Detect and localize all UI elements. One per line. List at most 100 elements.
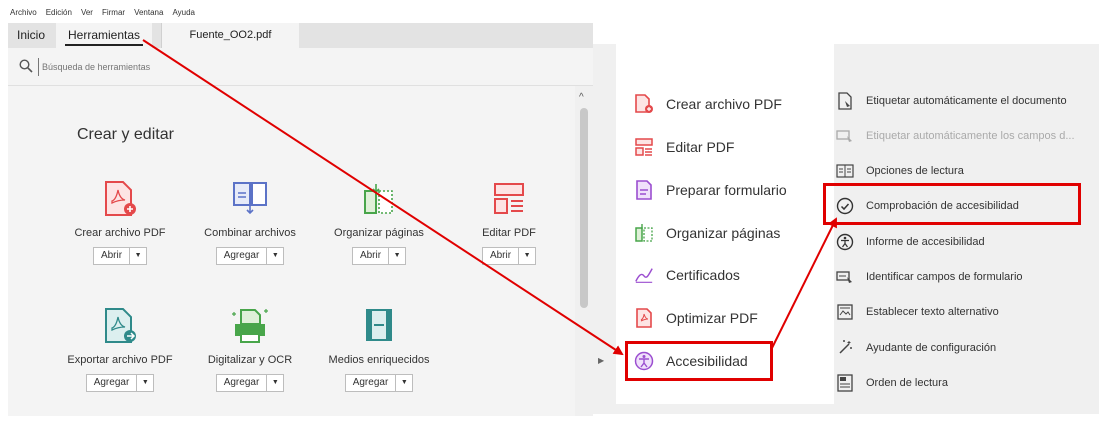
tool-label: Organizar páginas <box>334 227 424 239</box>
menu-ventana[interactable]: Ventana <box>134 8 163 22</box>
button-label: Agregar <box>217 375 268 391</box>
panel-item-label: Certificados <box>666 267 740 283</box>
highlight-accessibility-check <box>823 183 1081 225</box>
identify-fields-icon <box>836 268 854 286</box>
export-pdf-icon <box>105 308 136 343</box>
subtool-label: Identificar campos de formulario <box>866 271 1023 283</box>
search-input[interactable] <box>38 58 338 76</box>
section-title: Crear y editar <box>77 126 174 143</box>
button-label: Agregar <box>87 375 138 391</box>
panel-item-prepare-form[interactable]: Preparar formulario <box>634 177 787 203</box>
subtool-identify-fields[interactable]: Identificar campos de formulario <box>836 267 1023 287</box>
panel-item-label: Organizar páginas <box>666 225 781 241</box>
vertical-scrollbar[interactable]: ^ <box>575 86 593 416</box>
menu-ayuda[interactable]: Ayuda <box>172 8 195 22</box>
search-icon <box>19 59 33 73</box>
subtool-reading-options[interactable]: Opciones de lectura <box>836 161 964 181</box>
open-button[interactable]: Abrir ▼ <box>481 247 537 265</box>
panel-item-organize-pages[interactable]: Organizar páginas <box>634 220 780 246</box>
tab-inicio[interactable]: Inicio <box>17 23 45 48</box>
subtool-setup-assistant[interactable]: Ayudante de configuración <box>836 338 996 358</box>
rich-media-icon <box>366 309 392 341</box>
panel-item-certificates[interactable]: Certificados <box>634 262 740 288</box>
scrollbar-thumb[interactable] <box>580 108 588 308</box>
panel-item-label: Editar PDF <box>666 139 735 155</box>
tool-card-create-pdf[interactable]: Crear archivo PDF Abrir ▼ <box>55 181 185 265</box>
menu-ver[interactable]: Ver <box>81 8 93 22</box>
subtool-accessibility-report[interactable]: Informe de accesibilidad <box>836 232 985 252</box>
tool-label: Crear archivo PDF <box>74 227 166 239</box>
panel-item-create-pdf[interactable]: Crear archivo PDF <box>634 91 782 117</box>
scroll-up-icon[interactable]: ^ <box>579 92 584 103</box>
organize-pages-icon <box>634 223 654 243</box>
tool-label: Editar PDF <box>482 227 536 239</box>
subtool-label: Etiquetar automáticamente el documento <box>866 95 1067 107</box>
subtool-label: Opciones de lectura <box>866 165 964 177</box>
button-label: Abrir <box>353 248 390 264</box>
tool-card-rich-media[interactable]: Medios enriquecidos Agregar ▼ <box>314 308 444 392</box>
tool-card-organize-pages[interactable]: Organizar páginas Abrir ▼ <box>314 181 444 265</box>
reading-order-icon <box>836 374 854 392</box>
menu-firmar[interactable]: Firmar <box>102 8 125 22</box>
create-pdf-icon <box>105 181 136 216</box>
add-button[interactable]: Agregar ▼ <box>344 374 414 392</box>
collapse-panel-icon[interactable]: ▶ <box>598 356 604 365</box>
tool-card-export-pdf[interactable]: Exportar archivo PDF Agregar ▼ <box>55 308 185 392</box>
tool-label: Digitalizar y OCR <box>207 354 293 366</box>
add-button[interactable]: Agregar ▼ <box>85 374 155 392</box>
panel-item-optimize-pdf[interactable]: Optimizar PDF <box>634 305 758 331</box>
edit-pdf-icon <box>634 137 654 157</box>
chevron-down-icon[interactable]: ▼ <box>130 248 146 264</box>
panel-item-label: Optimizar PDF <box>666 310 758 326</box>
open-button[interactable]: Abrir ▼ <box>351 247 407 265</box>
chevron-down-icon[interactable]: ▼ <box>519 248 535 264</box>
acrobat-window: Archivo Edición Ver Firmar Ventana Ayuda… <box>8 0 593 428</box>
button-label: Agregar <box>217 248 268 264</box>
panel-item-label: Preparar formulario <box>666 182 787 198</box>
tool-label: Exportar archivo PDF <box>67 354 173 366</box>
certificates-icon <box>634 265 654 285</box>
menu-bar: Archivo Edición Ver Firmar Ventana Ayuda <box>8 8 195 22</box>
add-button[interactable]: Agregar ▼ <box>215 374 285 392</box>
tools-center: Crear y editar Crear archivo PDF Abrir ▼ … <box>8 86 575 416</box>
menu-archivo[interactable]: Archivo <box>10 8 37 22</box>
tool-card-scan-ocr[interactable]: Digitalizar y OCR Agregar ▼ <box>185 308 315 392</box>
accessibility-report-icon <box>836 233 854 251</box>
chevron-down-icon[interactable]: ▼ <box>389 248 405 264</box>
tool-card-combine-files[interactable]: Combinar archivos Agregar ▼ <box>185 181 315 265</box>
subtool-label: Orden de lectura <box>866 377 948 389</box>
chevron-down-icon[interactable]: ▼ <box>267 375 283 391</box>
tab-document[interactable]: Fuente_OO2.pdf <box>161 23 299 48</box>
tool-card-edit-pdf[interactable]: Editar PDF Abrir ▼ <box>444 181 574 265</box>
subtool-alt-text[interactable]: Establecer texto alternativo <box>836 302 999 322</box>
create-pdf-icon <box>634 94 654 114</box>
open-button[interactable]: Abrir ▼ <box>92 247 148 265</box>
button-label: Abrir <box>94 248 131 264</box>
tool-label: Combinar archivos <box>204 227 296 239</box>
subtool-autotag-fields: Etiquetar automáticamente los campos d..… <box>836 126 1075 146</box>
setup-assistant-icon <box>836 339 854 357</box>
subtool-label: Ayudante de configuración <box>866 342 997 354</box>
menu-edicion[interactable]: Edición <box>46 8 72 22</box>
panel-item-label: Crear archivo PDF <box>666 96 782 112</box>
optimize-pdf-icon <box>634 308 654 328</box>
autotag-document-icon <box>836 92 854 110</box>
add-button[interactable]: Agregar ▼ <box>215 247 285 265</box>
tab-bar: Inicio Herramientas Fuente_OO2.pdf <box>8 23 593 48</box>
chevron-down-icon[interactable]: ▼ <box>137 375 153 391</box>
chevron-down-icon[interactable]: ▼ <box>267 248 283 264</box>
subtool-label: Informe de accesibilidad <box>866 236 985 248</box>
subtool-autotag-document[interactable]: Etiquetar automáticamente el documento <box>836 91 1067 111</box>
subtool-label: Etiquetar automáticamente los campos d..… <box>866 130 1075 142</box>
autotag-fields-icon <box>836 127 854 145</box>
panel-item-edit-pdf[interactable]: Editar PDF <box>634 134 734 160</box>
tool-label: Medios enriquecidos <box>328 354 430 366</box>
tool-search-bar <box>8 48 593 86</box>
subtool-reading-order[interactable]: Orden de lectura <box>836 373 948 393</box>
button-label: Abrir <box>483 248 520 264</box>
subtool-label: Establecer texto alternativo <box>866 306 999 318</box>
chevron-down-icon[interactable]: ▼ <box>396 375 412 391</box>
tab-herramientas[interactable]: Herramientas <box>56 23 152 48</box>
scan-ocr-icon <box>232 309 268 343</box>
prepare-form-icon <box>634 180 654 200</box>
